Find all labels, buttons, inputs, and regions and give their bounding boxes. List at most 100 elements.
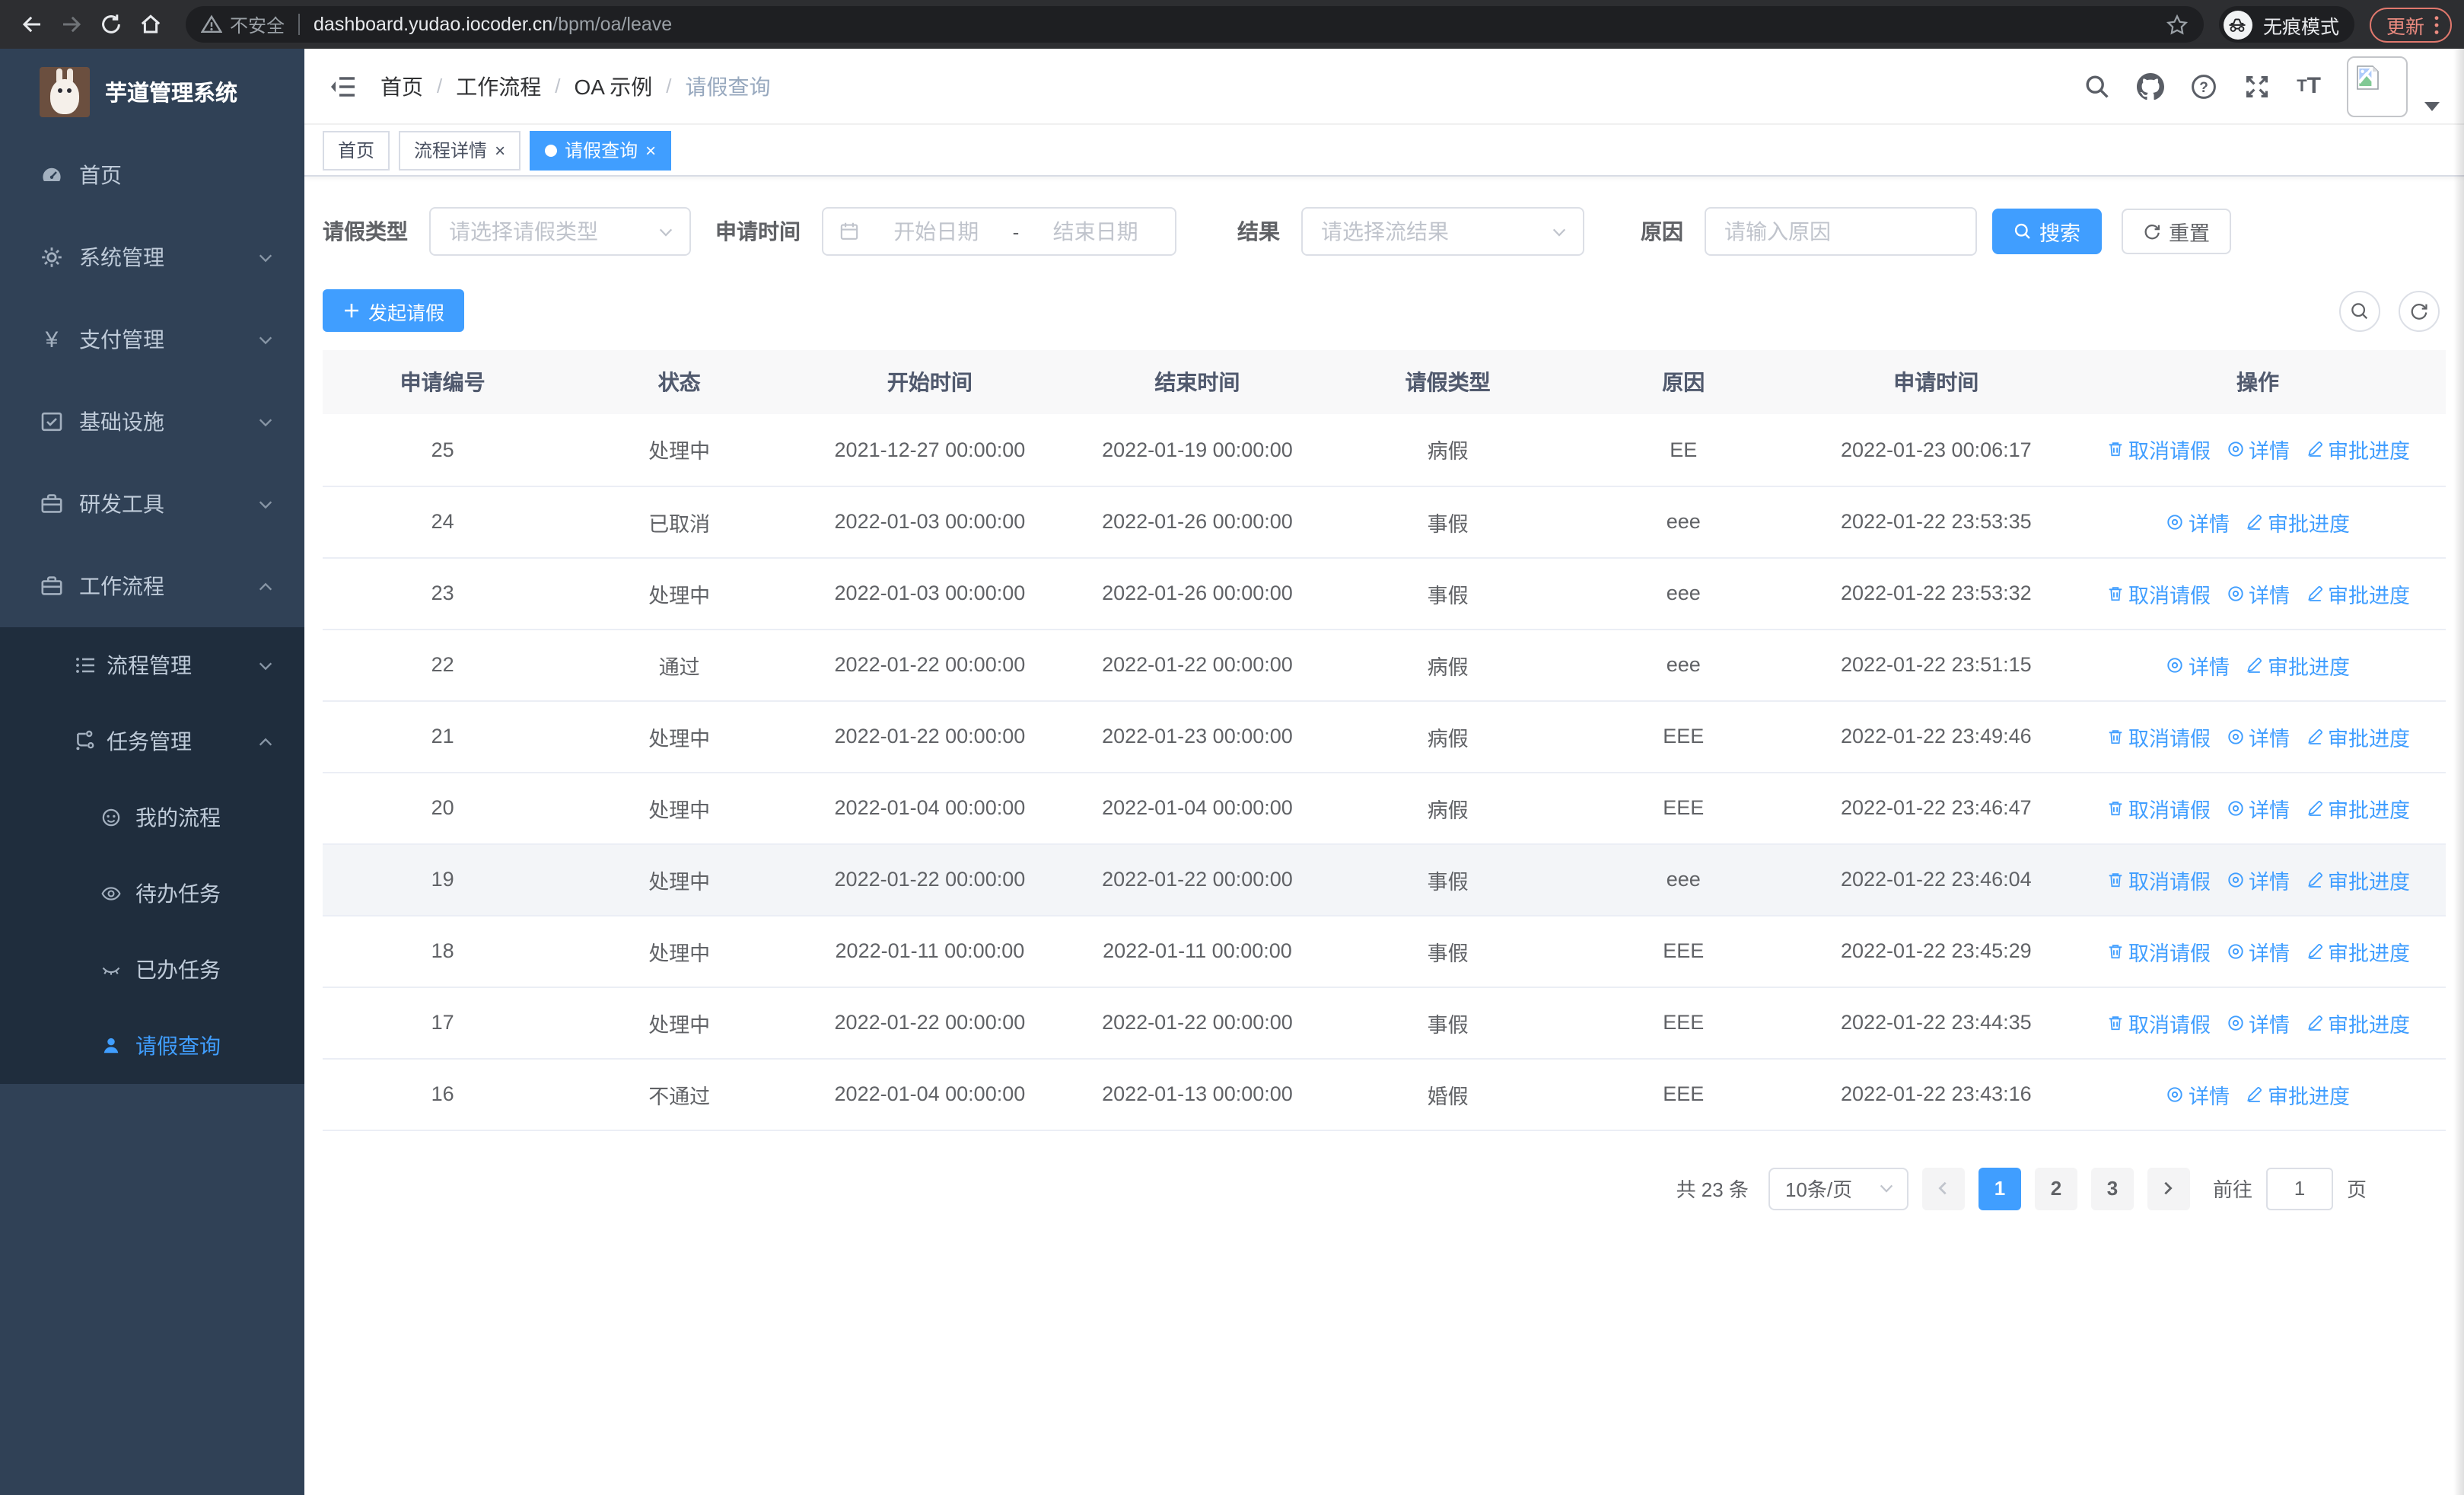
table-row[interactable]: 16 不通过 2022-01-04 00:00:00 2022-01-13 00:00… bbox=[323, 1058, 2446, 1130]
action-detail-link[interactable]: 详情 bbox=[2226, 792, 2290, 823]
breadcrumb-item[interactable]: 首页 bbox=[380, 71, 423, 101]
action-progress-link[interactable]: 审批进度 bbox=[2245, 649, 2350, 680]
end-date-placeholder[interactable]: 结束日期 bbox=[1031, 216, 1160, 247]
action-cancel-link[interactable]: 取消请假 bbox=[2106, 792, 2211, 823]
action-progress-link[interactable]: 审批进度 bbox=[2245, 506, 2350, 537]
browser-back-button[interactable] bbox=[12, 5, 52, 44]
search-icon[interactable] bbox=[2084, 72, 2111, 100]
breadcrumb-item[interactable]: 工作流程 bbox=[456, 71, 541, 101]
app-logo[interactable]: 芋道管理系统 bbox=[0, 49, 304, 134]
sidebar-item-todo-tasks[interactable]: 待办任务 bbox=[0, 856, 304, 932]
action-detail-link[interactable]: 详情 bbox=[2166, 506, 2230, 537]
tab-process-detail[interactable]: 流程详情 × bbox=[399, 130, 521, 170]
apply-time-range-picker[interactable]: 开始日期 - 结束日期 bbox=[822, 207, 1176, 256]
page-button-3[interactable]: 3 bbox=[2090, 1167, 2134, 1210]
action-detail-link[interactable]: 详情 bbox=[2226, 435, 2290, 465]
table-row[interactable]: 25 处理中 2021-12-27 00:00:00 2022-01-19 00:00… bbox=[323, 414, 2446, 486]
result-select[interactable]: 请选择流结果 bbox=[1301, 207, 1584, 256]
table-row[interactable]: 19 处理中 2022-01-22 00:00:00 2022-01-22 00:00… bbox=[323, 843, 2446, 916]
action-progress-link[interactable]: 审批进度 bbox=[2305, 435, 2410, 465]
sidebar-item-home[interactable]: 首页 bbox=[0, 134, 304, 216]
start-date-placeholder[interactable]: 开始日期 bbox=[872, 216, 1001, 247]
col-header-status: 状态 bbox=[562, 350, 797, 414]
breadcrumb-item[interactable]: OA 示例 bbox=[575, 71, 653, 101]
table-row[interactable]: 22 通过 2022-01-22 00:00:00 2022-01-22 00:00:… bbox=[323, 629, 2446, 701]
tab-leave-query[interactable]: 请假查询 × bbox=[530, 130, 672, 170]
prev-page-button[interactable] bbox=[1921, 1167, 1965, 1210]
action-cancel-link[interactable]: 取消请假 bbox=[2106, 435, 2211, 465]
close-icon[interactable]: × bbox=[495, 141, 505, 159]
tab-home[interactable]: 首页 bbox=[323, 130, 390, 170]
leave-type-select[interactable]: 请选择请假类型 bbox=[429, 207, 691, 256]
goto-page-input[interactable] bbox=[2265, 1167, 2333, 1210]
sidebar-item-done-tasks[interactable]: 已办任务 bbox=[0, 932, 304, 1008]
table-row[interactable]: 20 处理中 2022-01-04 00:00:00 2022-01-04 00:00… bbox=[323, 772, 2446, 844]
address-bar[interactable]: 不安全 dashboard.yudao.iocoder.cn/bpm/oa/le… bbox=[186, 6, 2204, 43]
browser-reload-button[interactable] bbox=[91, 5, 131, 44]
page-size-select[interactable]: 10条/页 bbox=[1768, 1167, 1908, 1210]
close-icon[interactable]: × bbox=[645, 141, 656, 159]
action-progress-link[interactable]: 审批进度 bbox=[2305, 578, 2410, 608]
reason-input[interactable] bbox=[1706, 209, 1975, 254]
page-button-2[interactable]: 2 bbox=[2034, 1167, 2077, 1210]
action-progress-link[interactable]: 审批进度 bbox=[2305, 864, 2410, 894]
action-detail-link[interactable]: 详情 bbox=[2166, 649, 2230, 680]
sidebar-item-system[interactable]: 系统管理 bbox=[0, 216, 304, 298]
sidebar-item-workflow[interactable]: 工作流程 bbox=[0, 545, 304, 627]
sidebar-item-my-process[interactable]: 我的流程 bbox=[0, 779, 304, 856]
action-progress-link[interactable]: 审批进度 bbox=[2305, 792, 2410, 823]
sidebar-item-infra[interactable]: 基础设施 bbox=[0, 381, 304, 463]
action-detail-link[interactable]: 详情 bbox=[2226, 721, 2290, 751]
action-detail-link[interactable]: 详情 bbox=[2226, 936, 2290, 966]
create-leave-button[interactable]: 发起请假 bbox=[323, 289, 465, 332]
leave-type-label: 请假类型 bbox=[323, 219, 408, 244]
tab-label: 流程详情 bbox=[414, 140, 488, 161]
table-row[interactable]: 21 处理中 2022-01-22 00:00:00 2022-01-23 00:00… bbox=[323, 700, 2446, 773]
reset-button[interactable]: 重置 bbox=[2122, 209, 2231, 254]
active-dot bbox=[545, 144, 558, 156]
table-row[interactable]: 18 处理中 2022-01-11 00:00:00 2022-01-11 00:00… bbox=[323, 915, 2446, 987]
browser-menu-icon[interactable] bbox=[2434, 13, 2440, 36]
search-button[interactable]: 搜索 bbox=[1992, 209, 2102, 254]
avatar-caret-icon[interactable] bbox=[2424, 101, 2440, 110]
action-progress-link[interactable]: 审批进度 bbox=[2245, 1079, 2350, 1109]
sidebar-item-process-mgmt[interactable]: 流程管理 bbox=[0, 627, 304, 703]
refresh-table-button[interactable] bbox=[2399, 290, 2440, 331]
site-security-chip[interactable]: 不安全 bbox=[201, 11, 285, 37]
table-row[interactable]: 23 处理中 2022-01-03 00:00:00 2022-01-26 00:00… bbox=[323, 557, 2446, 630]
cell-status: 处理中 bbox=[562, 700, 797, 773]
action-detail-link[interactable]: 详情 bbox=[2166, 1079, 2230, 1109]
browser-home-button[interactable] bbox=[131, 5, 170, 44]
bookmark-star-icon[interactable] bbox=[2166, 13, 2189, 36]
action-detail-link[interactable]: 详情 bbox=[2226, 1007, 2290, 1038]
action-cancel-link[interactable]: 取消请假 bbox=[2106, 864, 2211, 894]
table-row[interactable]: 24 已取消 2022-01-03 00:00:00 2022-01-26 00:00… bbox=[323, 486, 2446, 558]
browser-forward-button[interactable] bbox=[52, 5, 91, 44]
github-icon[interactable] bbox=[2137, 72, 2165, 100]
avatar[interactable] bbox=[2347, 56, 2408, 116]
show-search-toggle-button[interactable] bbox=[2339, 290, 2380, 331]
sidebar-item-payment[interactable]: ¥ 支付管理 bbox=[0, 298, 304, 381]
action-cancel-link[interactable]: 取消请假 bbox=[2106, 1007, 2211, 1038]
sidebar-item-task-mgmt[interactable]: 任务管理 bbox=[0, 703, 304, 779]
reason-field[interactable] bbox=[1705, 207, 1977, 256]
action-progress-link[interactable]: 审批进度 bbox=[2305, 936, 2410, 966]
sidebar-collapse-icon[interactable] bbox=[329, 72, 356, 100]
action-cancel-link[interactable]: 取消请假 bbox=[2106, 936, 2211, 966]
sidebar-item-leave-query[interactable]: 请假查询 bbox=[0, 1008, 304, 1084]
page-button-1[interactable]: 1 bbox=[1978, 1167, 2021, 1210]
action-progress-link[interactable]: 审批进度 bbox=[2305, 721, 2410, 751]
help-icon[interactable]: ? bbox=[2190, 72, 2217, 100]
action-cancel-link[interactable]: 取消请假 bbox=[2106, 721, 2211, 751]
action-detail-link[interactable]: 详情 bbox=[2226, 864, 2290, 894]
browser-update-button[interactable]: 更新 bbox=[2369, 7, 2452, 42]
fullscreen-icon[interactable] bbox=[2243, 72, 2271, 100]
next-page-button[interactable] bbox=[2147, 1167, 2190, 1210]
font-size-icon[interactable]: TT bbox=[2297, 73, 2321, 99]
action-cancel-link[interactable]: 取消请假 bbox=[2106, 578, 2211, 608]
action-detail-link[interactable]: 详情 bbox=[2226, 578, 2290, 608]
sidebar-item-devtools[interactable]: 研发工具 bbox=[0, 463, 304, 545]
view-icon bbox=[2227, 872, 2243, 887]
action-progress-link[interactable]: 审批进度 bbox=[2305, 1007, 2410, 1038]
table-row[interactable]: 17 处理中 2022-01-22 00:00:00 2022-01-22 00:00… bbox=[323, 987, 2446, 1059]
